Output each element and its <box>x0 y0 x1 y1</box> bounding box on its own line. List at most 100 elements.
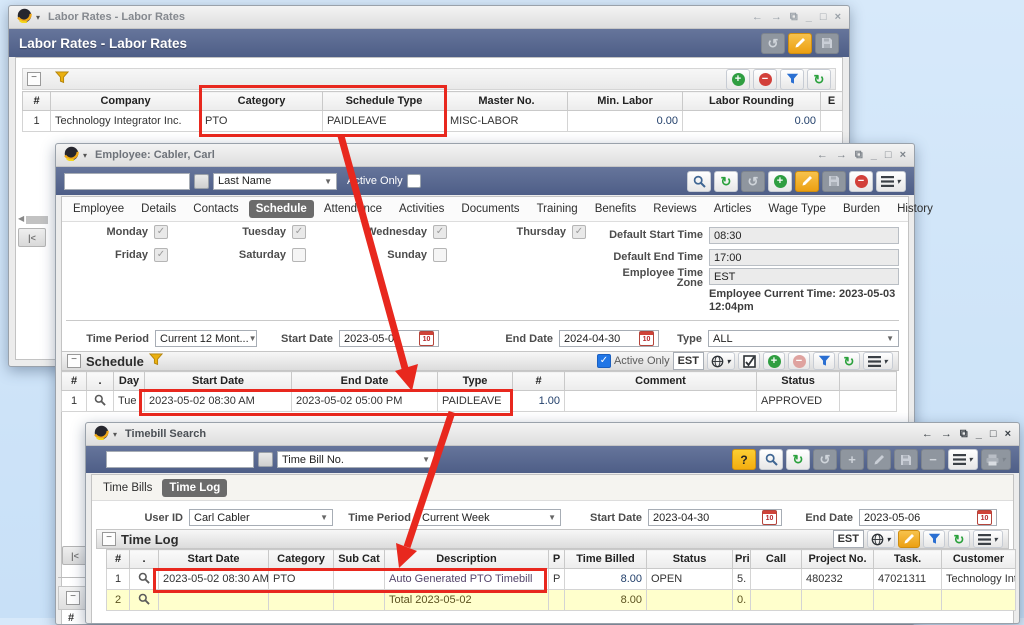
tab-training[interactable]: Training <box>530 200 585 218</box>
col-customer[interactable]: Customer <box>942 550 1016 569</box>
employee-titlebar[interactable]: ▾ Employee: Cabler, Carl ← → ⧉ _ □ × <box>56 144 914 167</box>
active-only-checkbox[interactable] <box>407 174 421 188</box>
edit-button[interactable] <box>788 33 812 54</box>
col-task[interactable]: Task. <box>874 550 942 569</box>
start-date-field[interactable]: 2023-05-01 <box>339 330 439 347</box>
globe-button[interactable]: ▾ <box>867 530 895 548</box>
sunday-checkbox[interactable] <box>433 248 447 262</box>
col-description[interactable]: Description <box>385 550 549 569</box>
back-icon[interactable]: ← <box>817 150 828 161</box>
employee-time-zone-field[interactable]: EST <box>709 268 899 285</box>
popout-icon[interactable]: ⧉ <box>790 12 798 23</box>
schedule-active-only-checkbox[interactable] <box>597 354 611 368</box>
app-menu-caret-icon[interactable]: ▾ <box>113 430 117 439</box>
search-button[interactable] <box>687 171 711 192</box>
table-row[interactable]: 1 Tue 2023-05-02 08:30 AM 2023-05-02 05:… <box>62 391 897 412</box>
filter-button[interactable] <box>923 530 945 548</box>
calendar-icon[interactable] <box>977 510 992 525</box>
maximize-icon[interactable]: □ <box>990 429 997 440</box>
forward-icon[interactable]: → <box>836 150 847 161</box>
forward-icon[interactable]: → <box>941 429 952 440</box>
row-search-icon[interactable] <box>87 391 114 412</box>
col-e[interactable]: E <box>821 92 843 111</box>
col-end-date[interactable]: End Date <box>292 372 438 391</box>
filter-button[interactable] <box>780 69 804 90</box>
tab-details[interactable]: Details <box>134 200 183 218</box>
col-status[interactable]: Status <box>647 550 733 569</box>
row-search-icon[interactable] <box>130 590 159 611</box>
friday-checkbox[interactable] <box>154 248 168 262</box>
collapse-section-icon[interactable] <box>27 72 41 86</box>
monday-checkbox[interactable] <box>154 225 168 239</box>
tab-articles[interactable]: Articles <box>707 200 759 218</box>
edit-button[interactable] <box>795 171 819 192</box>
start-date-field[interactable]: 2023-04-30 <box>648 509 782 526</box>
col-call[interactable]: Call <box>751 550 802 569</box>
globe-button[interactable]: ▾ <box>707 352 735 370</box>
tab-burden[interactable]: Burden <box>836 200 887 218</box>
col-status[interactable]: Status <box>757 372 840 391</box>
add-button[interactable]: + <box>768 171 792 192</box>
app-icon[interactable] <box>94 425 109 443</box>
col-p[interactable]: P <box>549 550 565 569</box>
save-button[interactable] <box>894 449 918 470</box>
tab-activities[interactable]: Activities <box>392 200 451 218</box>
labor-titlebar[interactable]: ▾ Labor Rates - Labor Rates ← → ⧉ _ □ × <box>9 6 849 29</box>
col-start-date[interactable]: Start Date <box>159 550 269 569</box>
col-company[interactable]: Company <box>51 92 201 111</box>
maximize-icon[interactable]: □ <box>885 150 892 161</box>
col-type[interactable]: Type <box>438 372 513 391</box>
end-date-field[interactable]: 2023-05-06 <box>859 509 997 526</box>
collapse-section-icon[interactable] <box>66 591 80 605</box>
tab-history[interactable]: History <box>890 200 940 218</box>
popout-icon[interactable]: ⧉ <box>960 429 968 440</box>
col-num[interactable]: # <box>23 92 51 111</box>
tab-time-log[interactable]: Time Log <box>162 479 227 497</box>
app-icon[interactable] <box>17 8 32 26</box>
search-field-select[interactable]: Last Name▼ <box>213 173 337 190</box>
tab-schedule[interactable]: Schedule <box>249 200 314 218</box>
add-schedule-button[interactable]: + <box>763 352 785 370</box>
col-hours[interactable]: # <box>513 372 565 391</box>
default-end-time-field[interactable]: 17:00 <box>709 249 899 266</box>
hscrollbar[interactable] <box>26 216 48 224</box>
col-category[interactable]: Category <box>201 92 323 111</box>
collapse-section-icon[interactable] <box>102 532 116 546</box>
remove-row-button[interactable]: − <box>753 69 777 90</box>
saturday-checkbox[interactable] <box>292 248 306 262</box>
calendar-icon[interactable] <box>639 331 654 346</box>
search-input[interactable] <box>106 451 254 468</box>
time-period-select[interactable]: Current Week▼ <box>417 509 561 526</box>
tab-contacts[interactable]: Contacts <box>186 200 245 218</box>
col-pri[interactable]: Pri <box>733 550 751 569</box>
collapse-section-icon[interactable] <box>67 354 81 368</box>
save-button[interactable] <box>815 33 839 54</box>
add-button[interactable]: + <box>840 449 864 470</box>
menu-button[interactable]: ▾ <box>948 449 978 470</box>
search-input[interactable] <box>64 173 190 190</box>
timebill-titlebar[interactable]: ▾ Timebill Search ← → ⧉ _ □ × <box>86 423 1019 446</box>
print-button[interactable]: ▾ <box>981 449 1011 470</box>
select-all-button[interactable] <box>738 352 760 370</box>
tab-time-bills[interactable]: Time Bills <box>96 479 159 497</box>
menu-button[interactable]: ▾ <box>863 352 893 370</box>
col-start-date[interactable]: Start Date <box>145 372 292 391</box>
app-icon[interactable] <box>64 146 79 164</box>
collapse-panel-button[interactable] <box>18 228 46 247</box>
col-min-labor[interactable]: Min. Labor <box>568 92 683 111</box>
filter-funnel-gold-icon[interactable] <box>55 71 69 87</box>
col-sub-cat[interactable]: Sub Cat <box>334 550 385 569</box>
col-project-no[interactable]: Project No. <box>802 550 874 569</box>
search-button[interactable] <box>759 449 783 470</box>
search-field-select[interactable]: Time Bill No.▼ <box>277 451 435 468</box>
row-search-icon[interactable] <box>130 569 159 590</box>
col-dot[interactable]: . <box>87 372 114 391</box>
col-num[interactable]: # <box>62 372 87 391</box>
tab-reviews[interactable]: Reviews <box>646 200 703 218</box>
hscroll-left-icon[interactable]: ◀ <box>18 214 24 223</box>
remove-button[interactable]: − <box>921 449 945 470</box>
undo-button[interactable]: ↺ <box>761 33 785 54</box>
col-labor-rounding[interactable]: Labor Rounding <box>683 92 821 111</box>
type-select[interactable]: ALL▼ <box>708 330 899 347</box>
clear-search-button[interactable] <box>194 174 209 189</box>
